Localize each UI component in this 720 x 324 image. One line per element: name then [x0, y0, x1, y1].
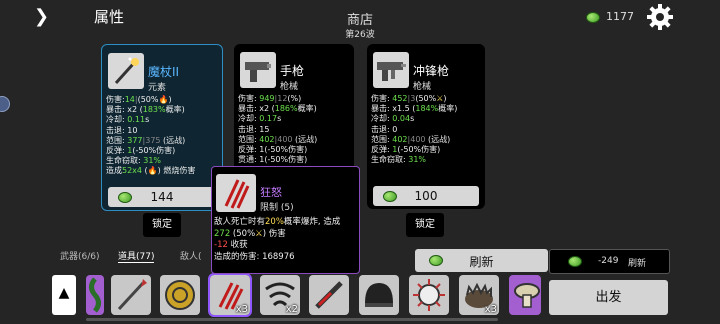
stat-line: 反弹: 1(-50%伤害)	[106, 146, 176, 156]
stat-line: 生命窃取: 31%	[371, 155, 427, 165]
stat-line: 反弹: 1(-50%伤害)	[371, 145, 441, 155]
stat-line: 272 (50%⚔) 伤害	[214, 228, 286, 239]
stat-line: -12 收获	[214, 240, 248, 250]
go-button[interactable]: 出发	[549, 280, 668, 315]
buy-button[interactable]: 144	[108, 187, 216, 207]
stat-line: 敌人死亡时有20%概率爆炸, 造成	[214, 217, 341, 227]
stat-line: 生命窃取: 31%	[106, 156, 162, 166]
shop-card-smg[interactable]: 冲锋枪 枪械 伤害: 452|3(50%⚔) 暴击: x1.5 (184%概率) 冷…	[367, 44, 485, 209]
card-stats: 伤害: 949|12(%) 暴击: x2 (186%概率) 冷却: 0.17s 击退:…	[238, 94, 317, 165]
material-count: 1177	[606, 10, 634, 23]
stat-line: 范围: 402|400 (远战)	[371, 134, 451, 144]
stat-line: 反弹: 1(-50%伤害)	[238, 145, 308, 155]
refresh-cost: -249	[598, 256, 619, 266]
tab-items[interactable]: 道具(77)	[118, 249, 155, 263]
stat-line: 冷却: 0.17s	[238, 114, 282, 124]
spear-icon	[117, 279, 147, 311]
refresh-cost-button[interactable]: -249 刷新	[549, 249, 670, 274]
stat-line: 击退: 15	[238, 124, 270, 134]
inventory-slot-selected[interactable]: x3	[208, 273, 252, 317]
refresh-label: 刷新	[469, 255, 494, 269]
pistol-icon	[240, 52, 276, 88]
stat-line: 贯通: 1(-50%伤害)	[238, 155, 308, 165]
stat-line: 伤害: 452|3(50%⚔)	[371, 94, 447, 103]
card-name: 手枪	[280, 64, 305, 78]
material-coin-icon	[586, 12, 600, 23]
side-indicator[interactable]	[0, 96, 10, 112]
card-subtitle: 元素	[148, 83, 167, 93]
inventory-slot[interactable]	[359, 275, 399, 315]
tab-weapons[interactable]: 武器(6/6)	[60, 249, 100, 262]
lock-button[interactable]: 锁定	[406, 213, 444, 237]
tab-enemies[interactable]: 敌人(	[180, 249, 202, 262]
inventory-slot[interactable]	[309, 275, 349, 315]
stat-line: 造成52x4 (🔥) 燃烧伤害	[106, 166, 196, 176]
syringe-icon	[315, 281, 343, 309]
card-subtitle: 枪械	[413, 82, 432, 92]
inventory-slot[interactable]: x3	[459, 275, 499, 315]
shop-card-wand[interactable]: 魔杖II 元素 伤害:14|(50%🔥) 暴击: x2 (183%概率) 冷却: 0…	[101, 44, 223, 211]
card-subtitle: 枪械	[280, 82, 299, 92]
refresh-button[interactable]: 刷新	[415, 249, 548, 272]
inventory-slot[interactable]: x2	[260, 275, 300, 315]
triangle-up-icon: ▲	[58, 285, 70, 301]
rage-claw-icon	[216, 174, 256, 212]
stat-line: 击退: 10	[106, 125, 138, 135]
card-stats: 伤害:14|(50%🔥) 暴击: x2 (183%概率) 冷却: 0.11s 击退: …	[106, 95, 195, 177]
inventory-slot[interactable]	[160, 275, 200, 315]
stat-line: 击退: 0	[371, 124, 398, 134]
price-value: 100	[414, 189, 438, 203]
stat-line: 造成的伤害: 168976	[214, 251, 295, 262]
price-value: 144	[150, 190, 174, 204]
stat-line: 暴击: x2 (186%概率)	[238, 104, 317, 114]
wand-icon	[108, 53, 144, 89]
card-name: 魔杖II	[148, 65, 180, 79]
stat-line: 伤害: 949|12(%)	[238, 94, 302, 103]
inventory-slot[interactable]	[409, 275, 449, 315]
inventory-slot[interactable]	[509, 275, 541, 315]
vine-icon	[89, 277, 101, 313]
card-name: 冲锋枪	[413, 64, 450, 78]
inventory-slot[interactable]	[111, 275, 151, 315]
gear-icon[interactable]	[646, 3, 674, 31]
lock-button[interactable]: 锁定	[143, 213, 181, 237]
helmet-icon	[365, 283, 393, 307]
mushroom-icon	[514, 283, 540, 308]
inventory-slot[interactable]	[86, 275, 104, 315]
refresh-alt-label: 刷新	[628, 259, 647, 269]
item-count: x3	[235, 304, 248, 315]
spiky-orb-icon	[413, 279, 445, 311]
shield-coin-icon	[165, 280, 195, 310]
tooltip-subtitle: 限制 (5)	[260, 203, 294, 213]
card-stats: 伤害: 452|3(50%⚔) 暴击: x1.5 (184%概率) 冷却: 0.04…	[371, 94, 457, 165]
smg-icon	[373, 52, 409, 88]
item-tooltip: 狂怒 限制 (5) 敌人死亡时有20%概率爆炸, 造成 272 (50%⚔) 伤害…	[211, 166, 360, 274]
inventory-scrollbar[interactable]	[86, 318, 498, 321]
item-count: x3	[484, 304, 497, 315]
stat-line: 冷却: 0.04s	[371, 114, 415, 124]
stat-line: 暴击: x1.5 (184%概率)	[371, 104, 458, 114]
stat-line: 冷却: 0.11s	[106, 115, 150, 125]
buy-button[interactable]: 100	[373, 186, 479, 206]
material-coin-icon	[568, 256, 582, 267]
stat-line: 伤害:14|(50%🔥)	[106, 95, 172, 104]
tooltip-description: 敌人死亡时有20%概率爆炸, 造成 272 (50%⚔) 伤害 -12 收获 造成的伤…	[214, 217, 340, 263]
stat-line: 暴击: x2 (183%概率)	[106, 105, 185, 115]
tooltip-name: 狂怒	[260, 186, 282, 199]
wave-label: 第26波	[345, 30, 375, 40]
stat-line: 范围: 377|375 (远战)	[106, 135, 186, 145]
item-count: x2	[285, 304, 298, 315]
scroll-up-button[interactable]: ▲	[52, 275, 76, 315]
stat-line: 范围: 402|400 (远战)	[238, 134, 318, 144]
